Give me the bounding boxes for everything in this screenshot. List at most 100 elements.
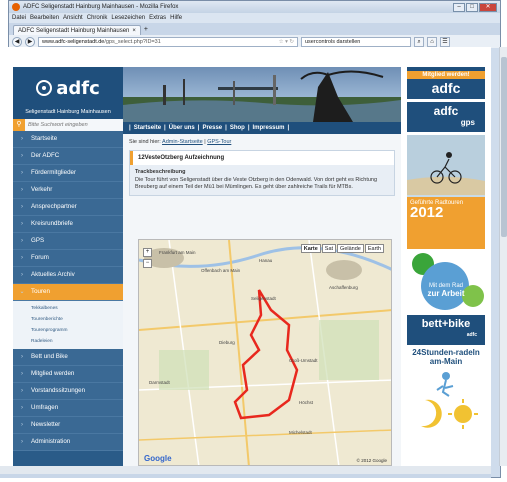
submenu-item[interactable]: Tekkalbenes [31, 303, 123, 314]
menu-ansicht[interactable]: Ansicht [63, 15, 83, 21]
rad-zur-arbeit-line2: zur Arbeit [427, 289, 465, 298]
radtouren-year: 2012 [410, 204, 444, 221]
search-bar[interactable]: usercontrols darstellen [301, 36, 411, 47]
topnav-impressum[interactable]: Impressum [253, 125, 285, 131]
breadcrumb-gps-link[interactable]: GPS-Tour [207, 139, 231, 145]
search-icon[interactable]: ⚲ [13, 118, 25, 131]
chevron-right-icon: › [21, 220, 23, 227]
chevron-right-icon: › [21, 387, 23, 394]
menu-bearbeiten[interactable]: Bearbeiten [30, 15, 59, 21]
chevron-right-icon: › [21, 421, 23, 428]
map-type-karte[interactable]: Karte [300, 244, 321, 253]
zoom-in-button[interactable]: + [143, 248, 152, 257]
bett-bike-banner[interactable]: bett+bike adfc [407, 315, 485, 345]
close-button[interactable]: ✕ [479, 2, 497, 12]
search-bar-text: usercontrols darstellen [305, 38, 361, 45]
chevron-down-icon: ⌄ [19, 289, 25, 295]
sidebar-item-ansprechpartner[interactable]: › Ansprechpartner [13, 198, 123, 216]
map-type-sat[interactable]: Sat [321, 244, 337, 253]
menu-bar: Datei Bearbeiten Ansicht Chronik Lesezei… [9, 13, 500, 23]
tab-adfc[interactable]: ADFC Seligenstadt Hainburg Mainhausen × [13, 25, 141, 35]
map-place-label: Dieburg [219, 340, 235, 345]
scrollbar-thumb[interactable] [501, 57, 507, 237]
sidebar-item-newsletter[interactable]: › Newsletter [13, 416, 123, 434]
sidebar-item-foerdermitglieder[interactable]: › Fördermitglieder [13, 164, 123, 182]
sidebar-item-label: Administration [31, 438, 71, 445]
sidebar-item-label: Ansprechpartner [31, 203, 77, 210]
bookmarks-icon[interactable]: ☰ [440, 36, 450, 47]
mitglied-werden-label: Mitglied werden! [407, 70, 485, 79]
submenu-item[interactable]: Tourenberichte [31, 314, 123, 325]
tab-close-icon[interactable]: × [132, 28, 136, 34]
sidebar-item-bett-und-bike[interactable]: › Bett und Bike [13, 348, 123, 366]
tour-description-block: Trackbeschreibung Die Tour führt von Sel… [130, 165, 394, 195]
mitglied-werden-banner[interactable]: Mitglied werden! adfc [407, 67, 485, 99]
new-tab-button[interactable]: + [144, 25, 148, 35]
vertical-scrollbar[interactable] [499, 47, 507, 466]
moon-sun-cyclist-icon [421, 372, 478, 429]
map-type-earth[interactable]: Earth [364, 244, 384, 253]
site-search-input[interactable] [25, 118, 123, 131]
radtouren-banner[interactable]: Geführte Radtouren 2012 [407, 135, 485, 249]
menu-lesezeichen[interactable]: Lesezeichen [111, 15, 145, 21]
status-bar [0, 474, 491, 478]
sidebar-item-gps[interactable]: › GPS [13, 232, 123, 250]
24-stunden-banner[interactable]: 24Stunden-radeln am-Main [407, 348, 485, 448]
chevron-right-icon: › [21, 404, 23, 411]
breadcrumb: Sie sind hier: Admin-Startseite | GPS-To… [123, 134, 401, 150]
sidebar-item-startseite[interactable]: › Startseite [13, 130, 123, 148]
sidebar-item-label: Aktuelles Archiv [31, 271, 75, 278]
tab-title: ADFC Seligenstadt Hainburg Mainhausen [18, 27, 130, 34]
route-map[interactable]: Karte Sat Gelände Earth + − Frankfurt am… [138, 239, 392, 466]
forward-button[interactable]: ▶ [25, 36, 35, 47]
rad-zur-arbeit-banner[interactable]: Mit dem Rad zur Arbeit [407, 252, 485, 312]
topnav-startseite[interactable]: Startseite [134, 125, 161, 131]
menu-chronik[interactable]: Chronik [87, 15, 108, 21]
minimize-button[interactable]: – [453, 2, 465, 12]
map-type-gelaende[interactable]: Gelände [337, 244, 364, 253]
chevron-right-icon: › [21, 169, 23, 176]
submenu-item[interactable]: Tourenprogramm [31, 325, 123, 336]
map-place-label: Michelstadt [289, 430, 312, 435]
search-icon[interactable]: ⌕ [414, 36, 424, 47]
home-icon[interactable]: ⌂ [427, 36, 437, 47]
map-place-label: Frankfurt am Main [159, 250, 196, 255]
submenu-item[interactable]: Radeleien [31, 336, 123, 347]
logo[interactable]: adfc [13, 67, 123, 109]
sidebar-item-kreisrundbriefe[interactable]: › Kreisrundbriefe [13, 215, 123, 233]
top-navigation: | Startseite | Über uns | Presse | Shop | Im… [123, 122, 401, 134]
maximize-button[interactable]: □ [466, 2, 478, 12]
sidebar-item-forum[interactable]: › Forum [13, 249, 123, 267]
sidebar-item-label: Mitglied werden [31, 370, 75, 377]
sidebar-item-mitglied-werden[interactable]: › Mitglied werden [13, 365, 123, 383]
back-button[interactable]: ◀ [12, 36, 22, 47]
sidebar-item-aktuelles-archiv[interactable]: › Aktuelles Archiv [13, 266, 123, 284]
horizontal-scrollbar[interactable] [0, 466, 491, 474]
map-copyright: © 2012 Google [356, 458, 387, 463]
title-bar: ADFC Seligenstadt Hainburg Mainhausen - … [9, 1, 500, 13]
sidebar-item-vorstandssitzungen[interactable]: › Vorstandssitzungen [13, 382, 123, 400]
map-zoom-control: + − [143, 248, 155, 304]
zoom-out-button[interactable]: − [143, 259, 152, 268]
menu-extras[interactable]: Extras [149, 15, 166, 21]
sidebar-item-label: Newsletter [31, 421, 61, 428]
sidebar-item-administration[interactable]: › Administration [13, 433, 123, 451]
tour-description: Die Tour führt von Seligenstadt über die… [135, 177, 378, 190]
url-bar[interactable]: www.adfc-seligenstadt.de /gps_select.php… [38, 36, 298, 47]
menu-datei[interactable]: Datei [12, 15, 26, 21]
topnav-ueber-uns[interactable]: Über uns [169, 125, 195, 131]
chevron-right-icon: › [21, 271, 23, 278]
sidebar-item-umfragen[interactable]: › Umfragen [13, 399, 123, 417]
breadcrumb-admin-link[interactable]: Admin-Startseite [162, 139, 203, 145]
menu-hilfe[interactable]: Hilfe [170, 15, 182, 21]
bookmark-star-icon[interactable]: ☆ ▾ ↻ [279, 39, 294, 45]
sidebar-item-der-adfc[interactable]: › Der ADFC [13, 147, 123, 165]
map-canvas [139, 240, 391, 465]
sidebar-item-touren[interactable]: ⌄ Touren [13, 283, 123, 301]
tour-title: 12VesteOtzberg Aufzeichnung [130, 151, 394, 165]
topnav-shop[interactable]: Shop [230, 125, 245, 131]
adfc-gps-banner[interactable]: adfc gps [407, 102, 485, 132]
sidebar-item-verkehr[interactable]: › Verkehr [13, 181, 123, 199]
sidebar: adfc Seligenstadt Hainburg Mainhausen ⚲ … [13, 67, 123, 466]
topnav-presse[interactable]: Presse [202, 125, 222, 131]
